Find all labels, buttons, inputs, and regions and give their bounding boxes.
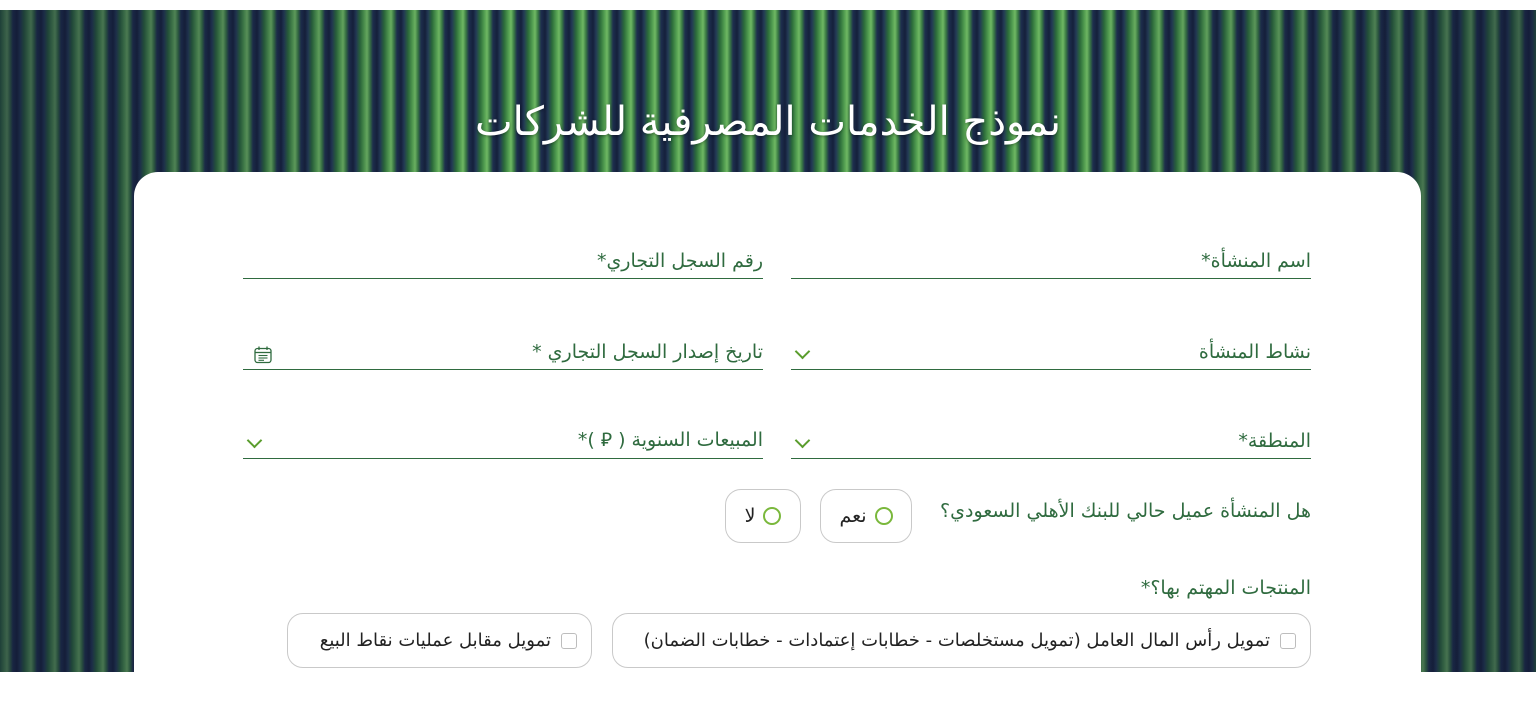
radio-yes-label: نعم [839, 505, 867, 527]
form-card: اسم المنشأة* رقم السجل التجاري* نشاط الم… [134, 172, 1421, 712]
radio-no[interactable]: لا [725, 489, 801, 543]
establishment-activity-select[interactable]: نشاط المنشأة [791, 333, 1311, 370]
establishment-name-field[interactable]: اسم المنشأة* [791, 242, 1311, 279]
establishment-name-input[interactable] [791, 246, 1311, 278]
radio-no-label: لا [744, 505, 756, 527]
annual-sales-select[interactable]: المبيعات السنوية ( ⃁ )* [243, 422, 763, 459]
cr-issue-date-field[interactable]: تاريخ إصدار السجل التجاري * [243, 333, 763, 370]
cr-number-field[interactable]: رقم السجل التجاري* [243, 242, 763, 279]
region-select[interactable]: المنطقة* [791, 422, 1311, 459]
calendar-icon[interactable] [253, 345, 273, 365]
annual-sales-label: المبيعات السنوية ( ⃁ )* [577, 429, 763, 451]
hero-banner: نموذج الخدمات المصرفية للشركات اسم المنش… [0, 10, 1536, 712]
cr-number-input[interactable] [243, 246, 763, 278]
radio-circle-icon [763, 507, 782, 525]
product-option-label: تمويل رأس المال العامل (تمويل مستخلصات -… [643, 630, 1270, 651]
region-label: المنطقة* [1238, 430, 1311, 452]
product-option-working-capital[interactable]: تمويل رأس المال العامل (تمويل مستخلصات -… [612, 613, 1311, 668]
chevron-down-icon[interactable] [246, 432, 263, 449]
products-label: المنتجات المهتم بها؟* [1140, 577, 1311, 599]
radio-circle-icon [874, 507, 893, 525]
product-option-pos-financing[interactable]: تمويل مقابل عمليات نقاط البيع [287, 613, 592, 668]
chevron-down-icon[interactable] [794, 343, 811, 360]
cr-issue-date-label: تاريخ إصدار السجل التجاري * [532, 341, 763, 363]
establishment-activity-label: نشاط المنشأة [1198, 341, 1311, 363]
page-title: نموذج الخدمات المصرفية للشركات [475, 98, 1061, 145]
existing-customer-question: هل المنشأة عميل حالي للبنك الأهلي السعود… [940, 500, 1311, 522]
chevron-down-icon[interactable] [794, 432, 811, 449]
radio-yes[interactable]: نعم [820, 489, 912, 543]
checkbox-icon[interactable] [1280, 632, 1296, 649]
product-option-label: تمويل مقابل عمليات نقاط البيع [319, 630, 551, 651]
checkbox-icon[interactable] [561, 632, 577, 649]
